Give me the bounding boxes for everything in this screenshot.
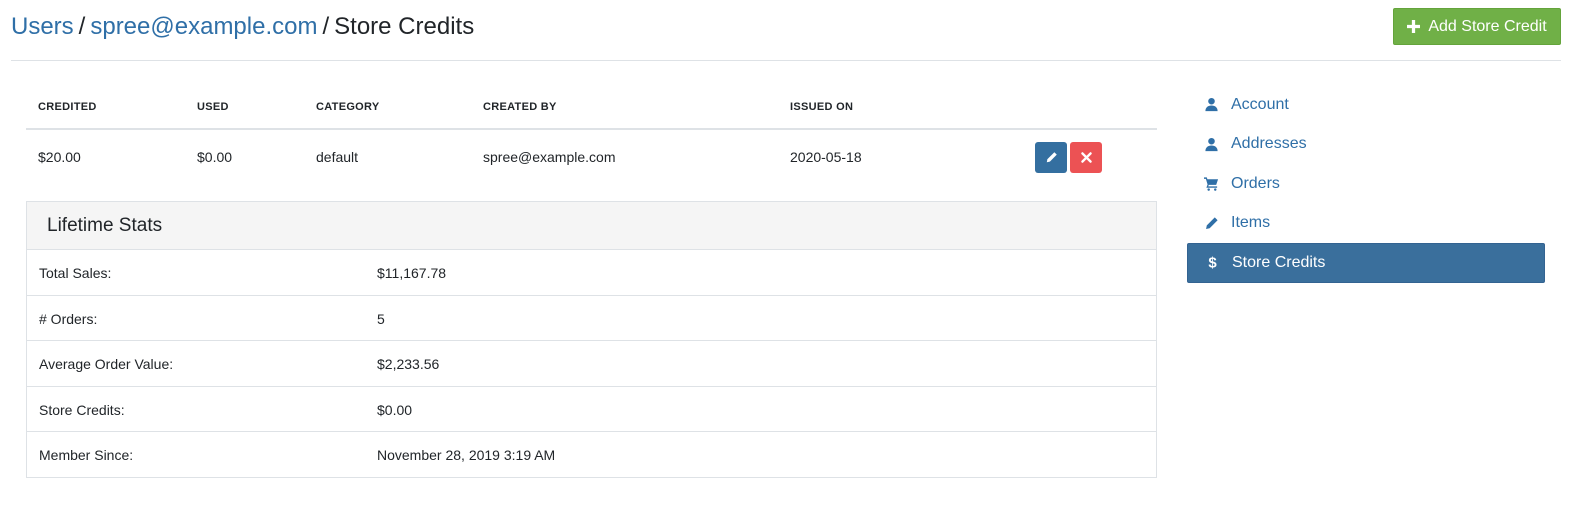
page-header: Users / spree@example.com / Store Credits Ad… (11, 0, 1561, 61)
sidebar-item-items[interactable]: Items (1187, 204, 1545, 244)
sidebar-item-label: Account (1231, 95, 1289, 113)
add-store-credit-label: Add Store Credit (1428, 17, 1547, 35)
table-row: $20.00 $0.00 default spree@example.com 2… (26, 130, 1157, 186)
column-header-category: CATEGORY (316, 101, 380, 113)
pencil-icon (1046, 152, 1057, 163)
dollar-icon: $ (1204, 255, 1220, 271)
sidebar-item-addresses[interactable]: Addresses (1187, 125, 1545, 165)
stat-row-total-sales: Total Sales: $11,167.78 (27, 250, 1156, 296)
svg-text:$: $ (1208, 255, 1217, 270)
breadcrumb-user-email-link[interactable]: spree@example.com (90, 13, 317, 40)
edit-button[interactable] (1035, 142, 1067, 173)
stat-label: Total Sales: (39, 265, 112, 281)
lifetime-stats-panel: Lifetime Stats Total Sales: $11,167.78 #… (26, 201, 1157, 478)
cell-issued-on: 2020-05-18 (790, 149, 862, 165)
stat-row-store-credits: Store Credits: $0.00 (27, 387, 1156, 432)
breadcrumb-separator: / (322, 13, 330, 40)
sidebar-item-account[interactable]: Account (1187, 85, 1545, 125)
stat-row-member-since: Member Since: November 28, 2019 3:19 AM (27, 432, 1156, 478)
cart-icon (1203, 176, 1219, 192)
cell-category: default (316, 149, 359, 165)
stat-row-orders: # Orders: 5 (27, 296, 1156, 341)
pencil-icon (1203, 215, 1219, 231)
sidebar-item-orders[interactable]: Orders (1187, 164, 1545, 204)
table-header: CREDITED USED CATEGORY CREATED BY ISSUED… (26, 84, 1157, 130)
column-header-credited: CREDITED (38, 101, 97, 113)
stat-label: Average Order Value: (39, 356, 174, 372)
stat-label: Store Credits: (39, 401, 125, 418)
stat-label: # Orders: (39, 310, 98, 327)
sidebar-item-label: Items (1231, 214, 1271, 232)
stat-label: Member Since: (39, 447, 134, 463)
add-store-credit-button[interactable]: Add Store Credit (1393, 8, 1561, 45)
breadcrumb-separator: / (78, 13, 86, 40)
row-actions (1035, 142, 1102, 173)
column-header-created-by: CREATED BY (483, 101, 557, 113)
stat-value: $11,167.78 (377, 265, 447, 281)
lifetime-stats-title: Lifetime Stats (27, 202, 1156, 250)
breadcrumb-users-link[interactable]: Users (11, 13, 74, 40)
stat-value: $0.00 (377, 401, 413, 418)
sidebar-item-label: Addresses (1231, 135, 1307, 153)
cell-created-by: spree@example.com (483, 149, 616, 165)
stat-value: $2,233.56 (377, 356, 440, 372)
page-title: Store Credits (334, 13, 475, 40)
column-header-issued-on: ISSUED ON (790, 101, 854, 113)
delete-button[interactable] (1070, 142, 1102, 173)
plus-icon (1407, 20, 1421, 33)
sidebar-item-label: Orders (1231, 174, 1280, 192)
user-icon (1203, 136, 1219, 152)
sidebar-item-store-credits[interactable]: $ Store Credits (1187, 243, 1545, 283)
stat-row-average-order-value: Average Order Value: $2,233.56 (27, 341, 1156, 387)
cell-credited: $20.00 (38, 149, 81, 165)
breadcrumb: Users / spree@example.com / Store Credits (11, 12, 474, 42)
store-credits-table: CREDITED USED CATEGORY CREATED BY ISSUED… (26, 84, 1157, 186)
user-icon (1203, 97, 1219, 113)
stat-value: November 28, 2019 3:19 AM (377, 447, 556, 463)
column-header-used: USED (197, 101, 229, 113)
user-sidebar-nav: Account Addresses Orders Items $ Store C… (1187, 85, 1545, 283)
sidebar-item-label: Store Credits (1232, 253, 1326, 271)
stat-value: 5 (377, 310, 385, 327)
close-icon (1080, 152, 1092, 163)
cell-used: $0.00 (197, 149, 233, 165)
